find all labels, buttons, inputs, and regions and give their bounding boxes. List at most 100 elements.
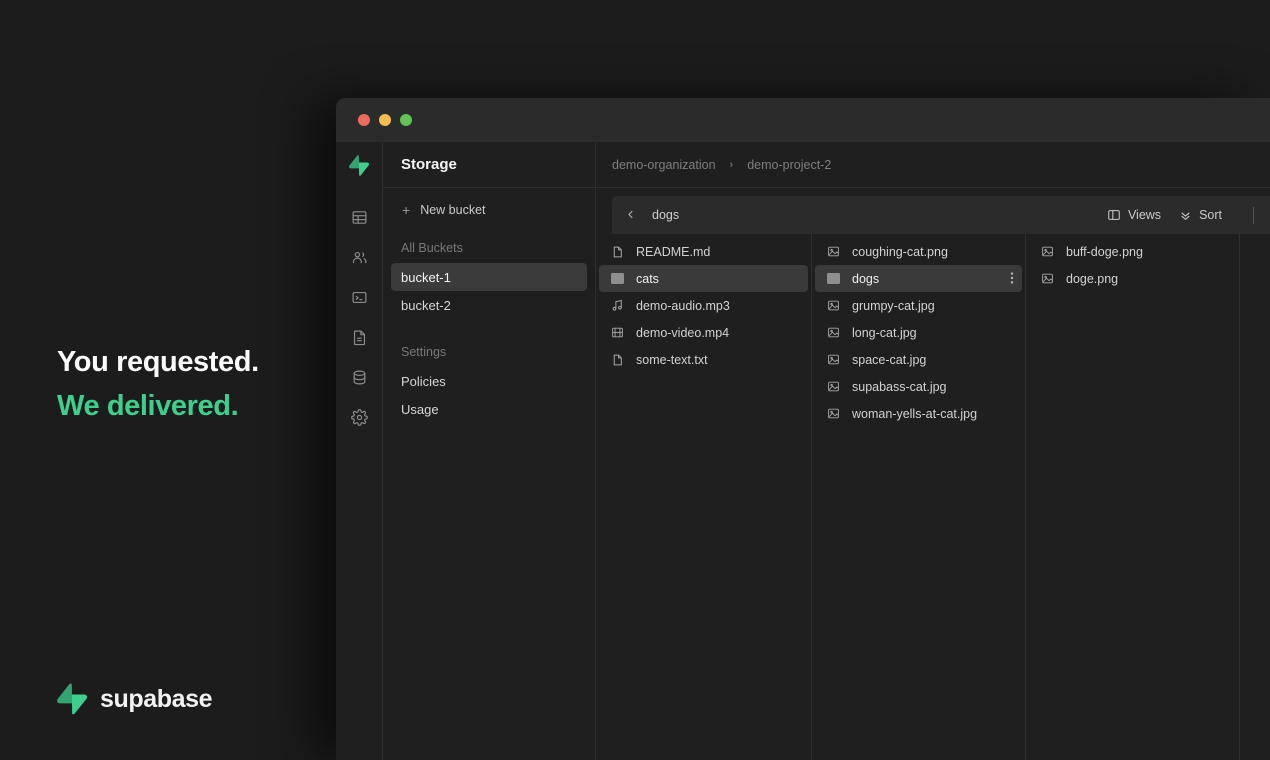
promo-headline-line2: We delivered. bbox=[57, 384, 259, 428]
explorer-toolbar: dogs Views Sort bbox=[612, 196, 1270, 234]
sort-label: Sort bbox=[1199, 208, 1222, 222]
settings-item-label: Usage bbox=[401, 402, 439, 417]
file-name: grumpy-cat.jpg bbox=[852, 299, 935, 313]
file-column-cats: coughing-cat.png dogs grumpy-cat.jpg bbox=[812, 234, 1026, 760]
window-minimize-button[interactable] bbox=[379, 114, 391, 126]
file-name: cats bbox=[636, 272, 659, 286]
breadcrumb: demo-organization › demo-project-2 bbox=[596, 142, 1270, 188]
promo-panel: You requested. We delivered. supabase bbox=[0, 0, 336, 760]
toolbar-left-group: dogs bbox=[612, 208, 679, 223]
sort-button[interactable]: Sort bbox=[1179, 208, 1222, 222]
file-row[interactable]: coughing-cat.png bbox=[815, 238, 1022, 265]
file-row[interactable]: supabass-cat.jpg bbox=[815, 373, 1022, 400]
file-name: supabass-cat.jpg bbox=[852, 380, 947, 394]
supabase-lightning-icon[interactable] bbox=[349, 154, 369, 177]
bucket-item-bucket-1[interactable]: bucket-1 bbox=[391, 263, 587, 291]
sidebar-item-storage[interactable] bbox=[339, 357, 379, 397]
supabase-lightning-icon bbox=[57, 682, 87, 716]
file-icon bbox=[610, 353, 624, 367]
file-name: dogs bbox=[852, 272, 879, 286]
views-button[interactable]: Views bbox=[1107, 208, 1161, 222]
file-row[interactable]: cats bbox=[599, 265, 808, 292]
file-row[interactable]: demo-video.mp4 bbox=[599, 319, 808, 346]
file-row[interactable]: doge.png bbox=[1029, 265, 1236, 292]
image-icon bbox=[1040, 245, 1054, 259]
back-button[interactable] bbox=[626, 208, 636, 223]
settings-section-label: Settings bbox=[383, 335, 595, 367]
promo-headline-line1: You requested. bbox=[57, 340, 259, 384]
documentation-file-icon bbox=[351, 329, 368, 346]
video-icon bbox=[610, 326, 624, 340]
file-column-bucket-root: README.md cats demo-audio.mp3 bbox=[596, 234, 812, 760]
toolbar-right-group: Views Sort bbox=[1107, 207, 1270, 224]
main-content: demo-organization › demo-project-2 dogs … bbox=[596, 142, 1270, 760]
sort-chevrons-icon bbox=[1179, 209, 1192, 222]
kebab-menu-icon[interactable] bbox=[1010, 271, 1014, 287]
image-icon bbox=[826, 407, 840, 421]
settings-item-policies[interactable]: Policies bbox=[391, 367, 587, 395]
audio-icon bbox=[610, 299, 624, 313]
file-row[interactable]: buff-doge.png bbox=[1029, 238, 1236, 265]
folder-icon bbox=[826, 272, 840, 286]
spacer bbox=[383, 319, 595, 335]
chevron-left-icon bbox=[626, 208, 636, 221]
window-close-button[interactable] bbox=[358, 114, 370, 126]
window-maximize-button[interactable] bbox=[400, 114, 412, 126]
file-row[interactable]: dogs bbox=[815, 265, 1022, 292]
plus-icon: + bbox=[402, 203, 410, 217]
sidebar-item-table-editor[interactable] bbox=[339, 197, 379, 237]
toolbar-divider bbox=[1253, 207, 1254, 224]
file-icon bbox=[610, 245, 624, 259]
new-bucket-label: New bucket bbox=[420, 203, 485, 217]
page-title: Storage bbox=[383, 142, 595, 188]
file-name: doge.png bbox=[1066, 272, 1118, 286]
sidebar-item-documentation[interactable] bbox=[339, 317, 379, 357]
breadcrumb-project[interactable]: demo-project-2 bbox=[747, 158, 831, 172]
bucket-label: bucket-1 bbox=[401, 270, 451, 285]
authentication-users-icon bbox=[351, 249, 368, 266]
bucket-label: bucket-2 bbox=[401, 298, 451, 313]
table-editor-icon bbox=[351, 209, 368, 226]
image-icon bbox=[826, 353, 840, 367]
database-storage-icon bbox=[351, 369, 368, 386]
file-row[interactable]: some-text.txt bbox=[599, 346, 808, 373]
file-column-dogs: buff-doge.png doge.png bbox=[1026, 234, 1240, 760]
file-name: demo-audio.mp3 bbox=[636, 299, 730, 313]
image-icon bbox=[1040, 272, 1054, 286]
file-row[interactable]: space-cat.jpg bbox=[815, 346, 1022, 373]
sidebar-item-settings[interactable] bbox=[339, 397, 379, 437]
image-icon bbox=[826, 299, 840, 313]
promo-headline: You requested. We delivered. bbox=[57, 340, 259, 428]
file-row[interactable]: woman-yells-at-cat.jpg bbox=[815, 400, 1022, 427]
all-buckets-label: All Buckets bbox=[383, 231, 595, 263]
file-row[interactable]: demo-audio.mp3 bbox=[599, 292, 808, 319]
sql-editor-terminal-icon bbox=[351, 289, 368, 306]
file-row[interactable]: README.md bbox=[599, 238, 808, 265]
image-icon bbox=[826, 326, 840, 340]
settings-gear-icon bbox=[351, 409, 368, 426]
current-path: dogs bbox=[652, 208, 679, 222]
file-name: demo-video.mp4 bbox=[636, 326, 729, 340]
file-name: buff-doge.png bbox=[1066, 245, 1143, 259]
image-icon bbox=[826, 245, 840, 259]
supabase-logo: supabase bbox=[57, 682, 212, 716]
settings-item-usage[interactable]: Usage bbox=[391, 395, 587, 423]
image-icon bbox=[826, 380, 840, 394]
new-bucket-button[interactable]: + New bucket bbox=[383, 188, 595, 231]
app-window: Storage + New bucket All Buckets bucket-… bbox=[336, 98, 1270, 760]
window-body: Storage + New bucket All Buckets bucket-… bbox=[336, 142, 1270, 760]
sidebar-item-sql-editor[interactable] bbox=[339, 277, 379, 317]
buckets-panel: Storage + New bucket All Buckets bucket-… bbox=[383, 142, 596, 760]
bucket-item-bucket-2[interactable]: bucket-2 bbox=[391, 291, 587, 319]
breadcrumb-organization[interactable]: demo-organization bbox=[612, 158, 716, 172]
views-label: Views bbox=[1128, 208, 1161, 222]
supabase-wordmark: supabase bbox=[100, 685, 212, 714]
chevron-right-icon: › bbox=[730, 159, 734, 171]
file-column-preview bbox=[1240, 234, 1270, 760]
settings-item-label: Policies bbox=[401, 374, 446, 389]
file-name: long-cat.jpg bbox=[852, 326, 917, 340]
file-row[interactable]: long-cat.jpg bbox=[815, 319, 1022, 346]
file-name: coughing-cat.png bbox=[852, 245, 948, 259]
sidebar-item-authentication[interactable] bbox=[339, 237, 379, 277]
file-row[interactable]: grumpy-cat.jpg bbox=[815, 292, 1022, 319]
